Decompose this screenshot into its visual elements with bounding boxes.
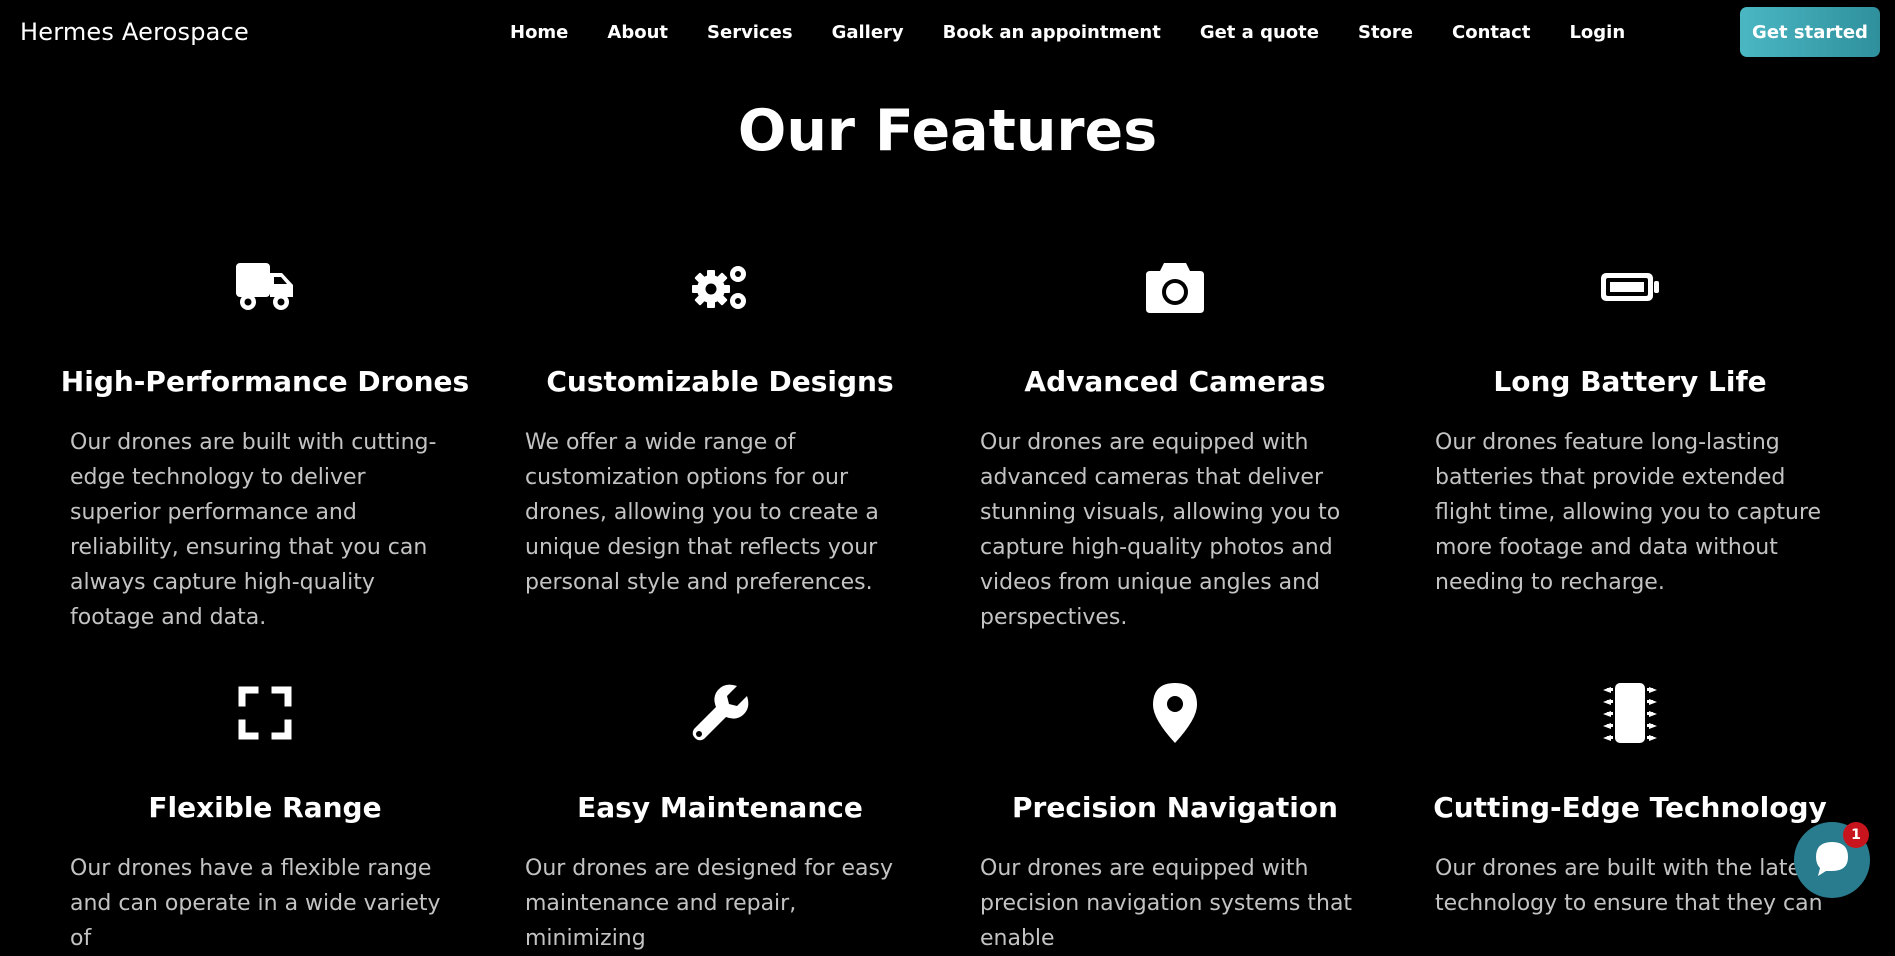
feature-description: Our drones are designed for easy mainten… <box>525 856 894 951</box>
feature-title: Customizable Designs <box>546 365 894 398</box>
feature-description: Our drones are built with the latest tec… <box>1435 856 1823 916</box>
chat-unread-badge: 1 <box>1843 822 1869 848</box>
gears-icon <box>688 255 752 319</box>
camera-icon <box>1143 255 1207 319</box>
expand-icon <box>233 681 297 745</box>
feature-description: Our drones are built with cutting-edge t… <box>70 430 437 630</box>
chat-icon <box>1812 838 1852 882</box>
feature-title: High-Performance Drones <box>60 365 470 398</box>
feature-title: Advanced Cameras <box>1024 365 1326 398</box>
wrench-icon <box>688 681 752 745</box>
truck-icon <box>233 255 297 319</box>
feature-title: Long Battery Life <box>1493 365 1767 398</box>
feature-description: Our drones are equipped with advanced ca… <box>980 430 1341 630</box>
features-grid: High-Performance Drones Our drones are b… <box>0 0 1895 951</box>
feature-title: Easy Maintenance <box>577 791 863 824</box>
feature-description: Our drones are equipped with precision n… <box>980 856 1353 951</box>
feature-title: Precision Navigation <box>1012 791 1338 824</box>
feature-title: Flexible Range <box>148 791 382 824</box>
feature-description: Our drones feature long-lasting batterie… <box>1435 430 1822 595</box>
feature-description: Our drones have a flexible range and can… <box>70 856 441 951</box>
battery-icon <box>1598 255 1662 319</box>
microchip-icon <box>1598 681 1662 745</box>
feature-description: We offer a wide range of customization o… <box>525 430 879 595</box>
feature-title: Cutting-Edge Technology <box>1433 791 1827 824</box>
location-pin-icon <box>1143 681 1207 745</box>
